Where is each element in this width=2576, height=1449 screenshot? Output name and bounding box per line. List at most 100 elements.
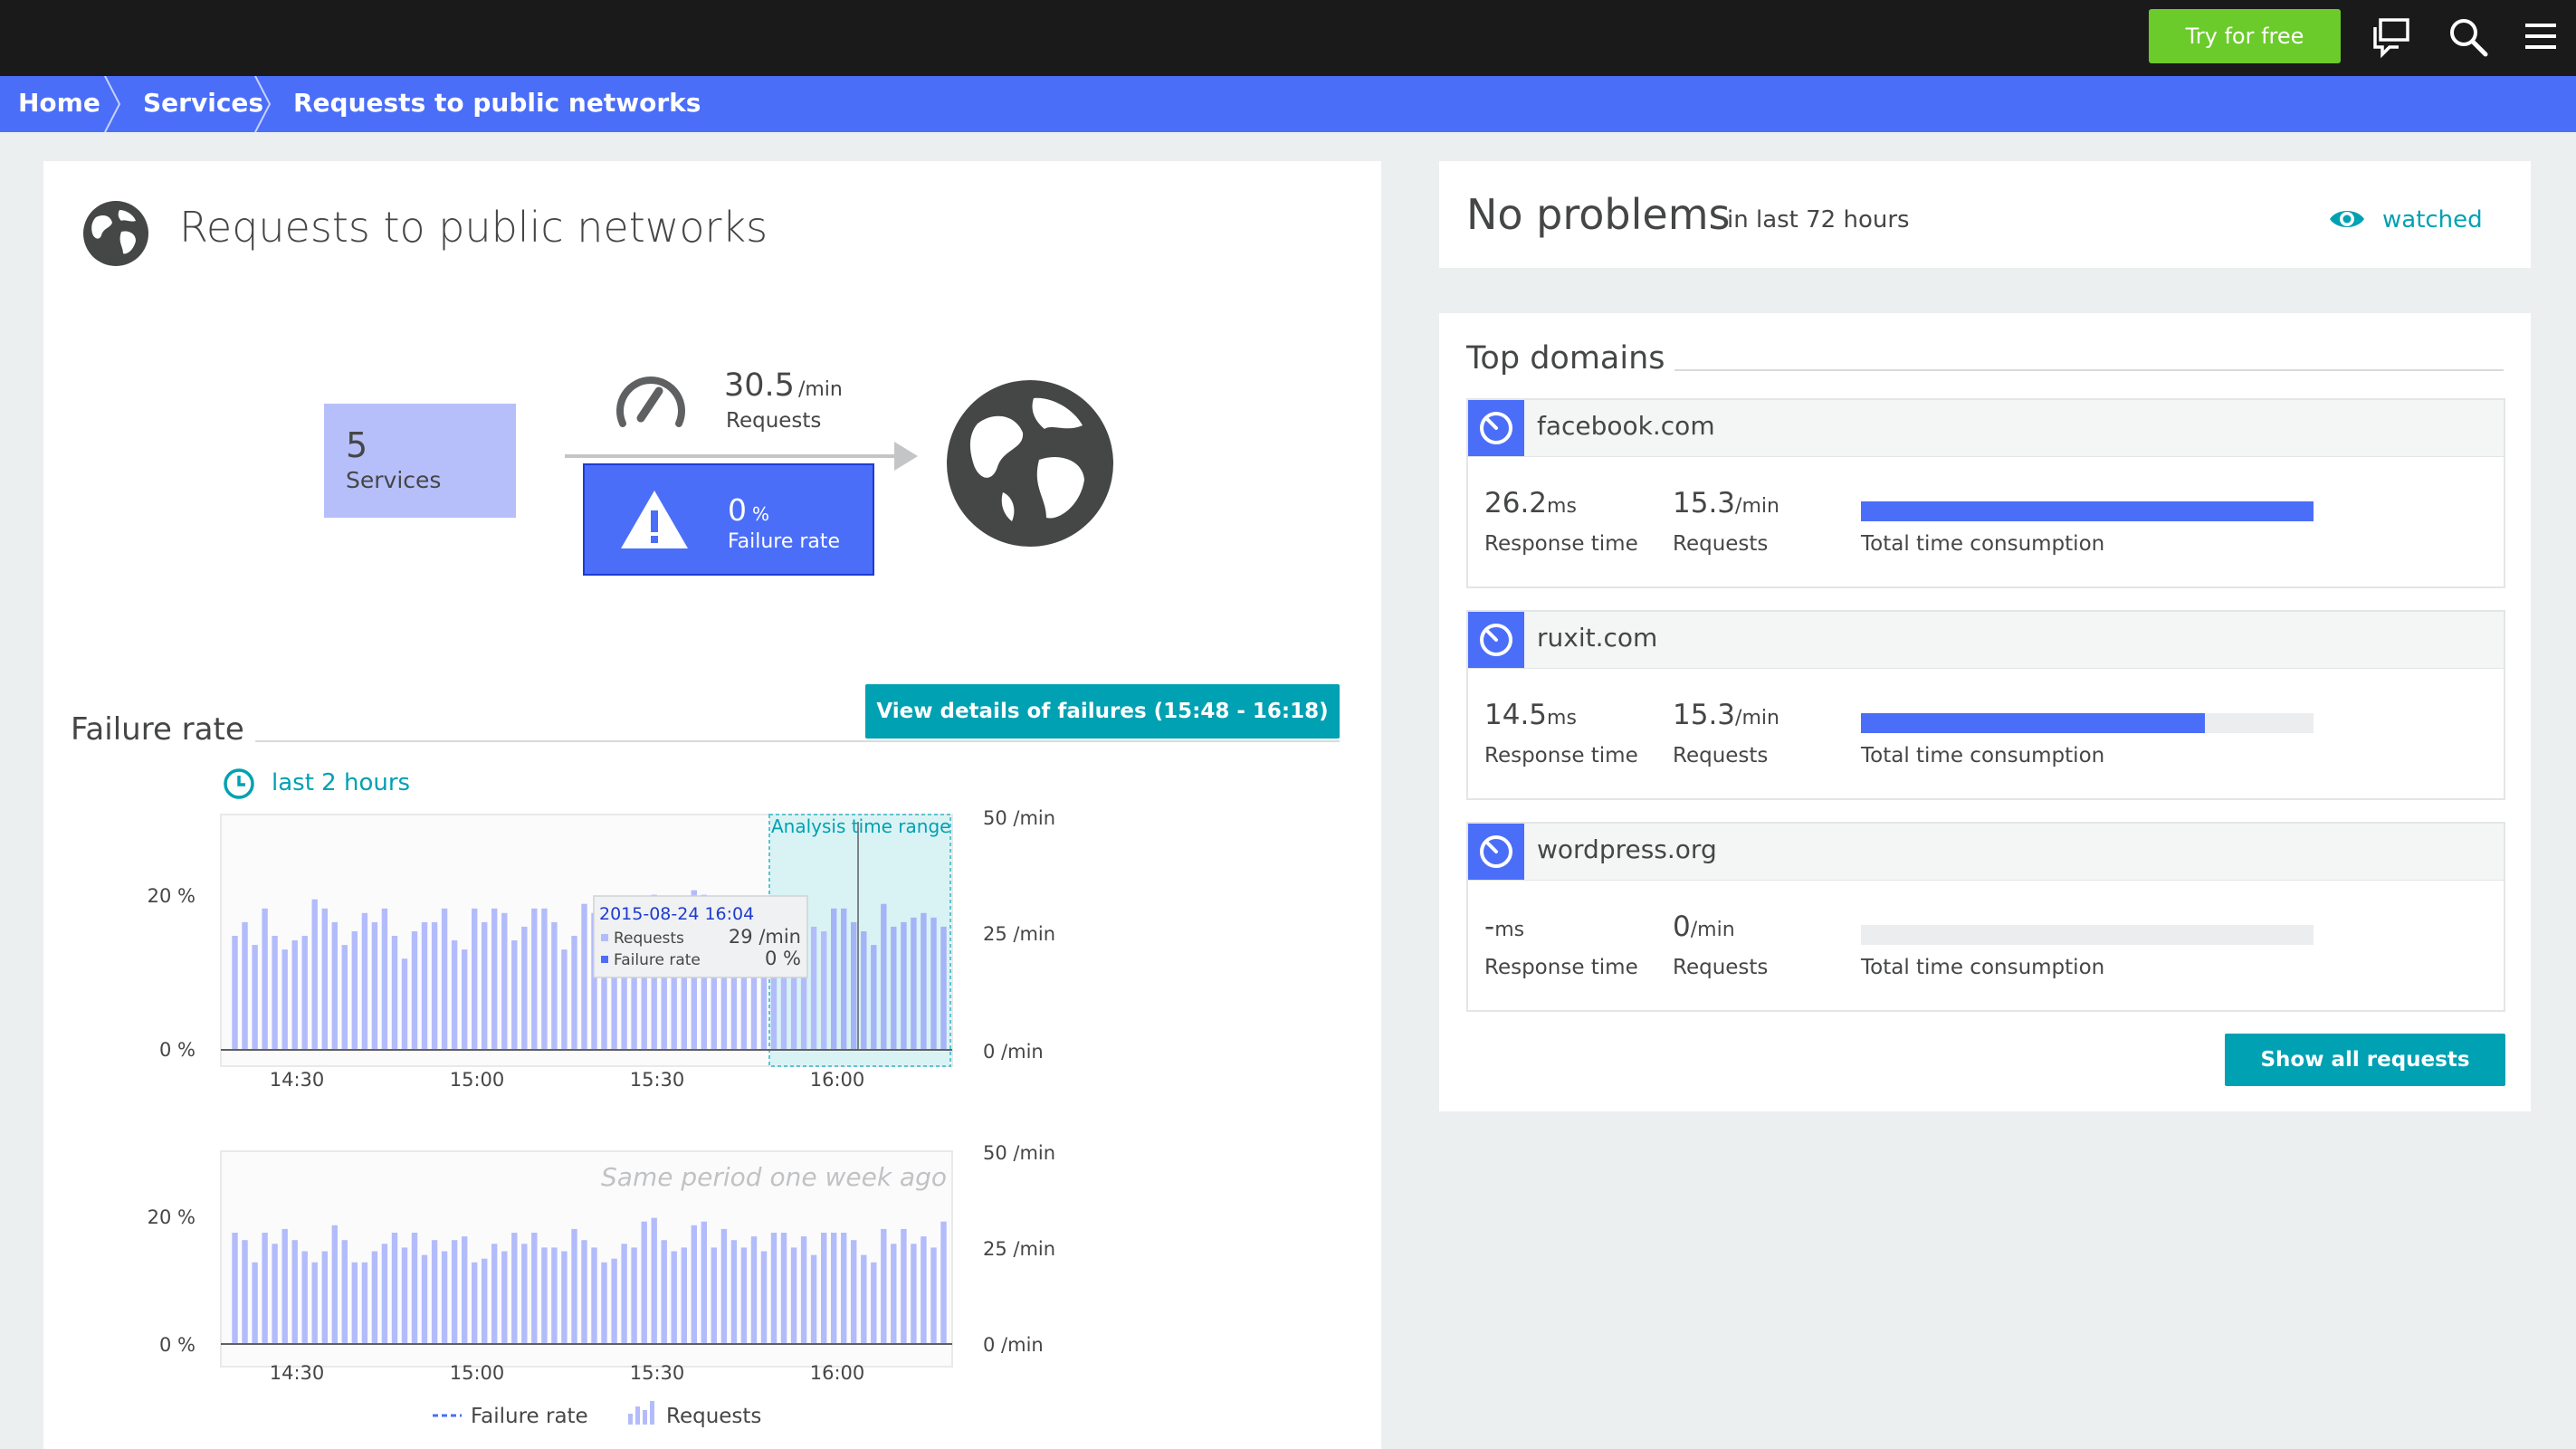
request-bar[interactable] — [451, 940, 458, 1050]
request-bar[interactable] — [301, 1251, 308, 1345]
request-bar[interactable] — [531, 908, 538, 1050]
request-bar[interactable] — [921, 912, 927, 1050]
request-bar[interactable] — [531, 1233, 538, 1344]
week-ago-chart[interactable]: Same period one week ago 20 % 0 % 50 /mi… — [136, 1131, 1086, 1403]
request-bar[interactable] — [411, 931, 418, 1050]
request-bar[interactable] — [720, 1228, 728, 1344]
request-bar[interactable] — [252, 945, 258, 1050]
request-bar[interactable] — [551, 1247, 558, 1344]
request-bar[interactable] — [331, 921, 338, 1050]
domain-card-ruxit[interactable]: ruxit.com 14.5ms Response time 15.3/min … — [1466, 610, 2505, 800]
request-bar[interactable] — [581, 903, 587, 1050]
request-bar[interactable] — [371, 921, 378, 1050]
request-bar[interactable] — [421, 1254, 428, 1344]
request-bar[interactable] — [861, 931, 867, 1050]
request-bar[interactable] — [301, 936, 308, 1050]
request-bar[interactable] — [730, 1240, 738, 1344]
request-bar[interactable] — [462, 949, 468, 1050]
request-bar[interactable] — [760, 1251, 768, 1345]
request-bar[interactable] — [501, 1251, 508, 1345]
services-box[interactable]: 5 Services — [324, 404, 516, 518]
request-bar[interactable] — [911, 917, 917, 1050]
domain-name[interactable]: ruxit.com — [1537, 623, 1657, 653]
request-bar[interactable] — [482, 1258, 488, 1344]
request-bar[interactable] — [451, 1240, 458, 1344]
request-bar[interactable] — [541, 908, 548, 1050]
request-bar[interactable] — [482, 921, 488, 1050]
request-bar[interactable] — [930, 917, 937, 1050]
view-failure-details-button[interactable]: View details of failures (15:48 - 16:18) — [865, 684, 1340, 739]
request-bar[interactable] — [821, 1233, 827, 1344]
request-bar[interactable] — [391, 936, 398, 1050]
request-bar[interactable] — [232, 936, 238, 1050]
request-bar[interactable] — [381, 908, 388, 1050]
request-bar[interactable] — [711, 1247, 717, 1344]
request-bar[interactable] — [501, 912, 508, 1050]
request-bar[interactable] — [281, 949, 288, 1050]
try-for-free-button[interactable]: Try for free — [2149, 9, 2341, 63]
request-bar[interactable] — [810, 1254, 817, 1344]
request-bar[interactable] — [242, 1240, 248, 1344]
show-all-requests-button[interactable]: Show all requests — [2225, 1034, 2505, 1086]
request-bar[interactable] — [431, 1240, 438, 1344]
watched-toggle[interactable]: watched — [2382, 206, 2483, 234]
request-bar[interactable] — [391, 1233, 398, 1344]
request-bar[interactable] — [821, 931, 827, 1050]
request-bar[interactable] — [232, 1233, 238, 1344]
request-bar[interactable] — [291, 1240, 298, 1344]
request-bar[interactable] — [521, 926, 528, 1050]
request-bar[interactable] — [321, 908, 328, 1050]
request-bar[interactable] — [361, 1262, 368, 1344]
domain-name[interactable]: wordpress.org — [1537, 834, 1717, 864]
request-bar[interactable] — [831, 908, 837, 1050]
request-bar[interactable] — [901, 921, 907, 1050]
request-bar[interactable] — [940, 926, 947, 1050]
request-bar[interactable] — [441, 1251, 448, 1345]
request-bar[interactable] — [521, 1244, 528, 1344]
request-bar[interactable] — [841, 908, 847, 1050]
request-bar[interactable] — [541, 1247, 548, 1344]
request-bar[interactable] — [272, 1244, 278, 1344]
request-bar[interactable] — [681, 1247, 687, 1344]
request-bar[interactable] — [770, 1233, 778, 1344]
request-bar[interactable] — [631, 1247, 637, 1344]
request-bar[interactable] — [401, 958, 408, 1050]
request-bar[interactable] — [691, 1225, 697, 1344]
request-bar[interactable] — [401, 1247, 408, 1344]
request-bar[interactable] — [462, 1236, 468, 1344]
request-bar[interactable] — [661, 1240, 667, 1344]
request-bar[interactable] — [921, 1236, 927, 1344]
request-bar[interactable] — [621, 1244, 627, 1344]
request-bar[interactable] — [351, 931, 358, 1050]
request-bar[interactable] — [311, 1262, 318, 1344]
domain-name[interactable]: facebook.com — [1537, 411, 1715, 441]
failure-rate-chart[interactable]: Analysis time range 20 % 0 % 50 /min 25 … — [136, 796, 1086, 1104]
domain-card-wordpress[interactable]: wordpress.org -ms Response time 0/min Re… — [1466, 822, 2505, 1012]
request-bar[interactable] — [272, 936, 278, 1050]
request-bar[interactable] — [611, 1258, 617, 1344]
request-bar[interactable] — [740, 1247, 748, 1344]
eye-icon[interactable] — [2328, 205, 2366, 237]
breadcrumb-home[interactable]: Home — [18, 76, 100, 132]
request-bar[interactable] — [891, 926, 897, 1050]
request-bar[interactable] — [561, 949, 568, 1050]
breadcrumb-services[interactable]: Services — [143, 76, 263, 132]
request-bar[interactable] — [311, 899, 318, 1050]
request-bar[interactable] — [881, 1228, 887, 1344]
request-bar[interactable] — [252, 1262, 258, 1344]
request-bar[interactable] — [242, 921, 248, 1050]
request-bar[interactable] — [411, 1233, 418, 1344]
request-bar[interactable] — [331, 1225, 338, 1344]
request-bar[interactable] — [561, 1251, 568, 1345]
request-bar[interactable] — [341, 945, 348, 1050]
request-bar[interactable] — [651, 1217, 657, 1344]
request-bar[interactable] — [491, 1244, 498, 1344]
request-bar[interactable] — [891, 1244, 897, 1344]
request-bar[interactable] — [701, 1221, 707, 1344]
request-bar[interactable] — [861, 1254, 867, 1344]
request-bar[interactable] — [341, 1240, 348, 1344]
request-bar[interactable] — [571, 936, 577, 1050]
request-bar[interactable] — [262, 1233, 268, 1344]
request-bar[interactable] — [800, 1236, 807, 1344]
search-icon[interactable] — [2444, 13, 2495, 60]
